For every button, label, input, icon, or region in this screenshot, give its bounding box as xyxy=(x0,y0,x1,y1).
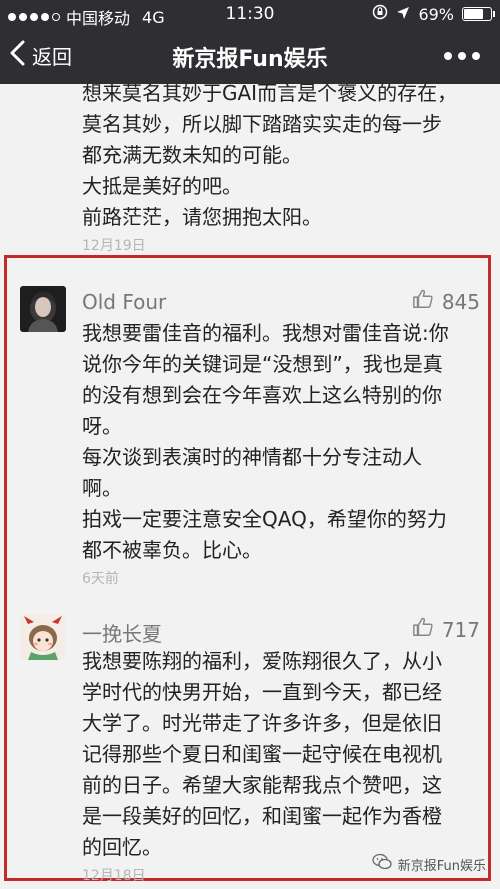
comment-line: 的没有想到会在今年喜欢上这么特别的你 xyxy=(82,383,442,407)
comment-line: 说你今年的关键词是“没想到”，我也是真 xyxy=(82,352,443,376)
page-title: 新京报Fun娱乐 xyxy=(172,47,328,72)
battery-icon xyxy=(462,7,495,21)
comment-line: 想来莫名其妙于GAI而言是个褒义的存在， xyxy=(82,84,458,105)
wechat-icon xyxy=(372,853,392,875)
comment-nickname[interactable]: 一挽长夏 xyxy=(82,618,162,647)
comment-line: 莫名其妙，所以脚下踏踏实实走的每一步 xyxy=(82,112,442,136)
watermark-text: 新京报Fun娱乐 xyxy=(397,858,486,874)
battery-percent: 69% xyxy=(418,4,454,24)
comment-body: 我想要陈翔的福利，爱陈翔很久了，从小 学时代的快男开始，一直到今天，都已经 大学… xyxy=(82,646,477,885)
comment-line: 都不被辜负。比心。 xyxy=(82,538,262,562)
comment-line: 啊。 xyxy=(82,476,122,500)
comment-line: 我想要陈翔的福利，爱陈翔很久了，从小 xyxy=(82,649,442,673)
comment-line: 大抵是美好的吧。 xyxy=(82,174,242,198)
comment-line: 都充满无数未知的可能。 xyxy=(82,143,302,167)
like-button[interactable]: 845 xyxy=(412,288,480,315)
location-icon xyxy=(396,5,410,24)
rotation-lock-icon xyxy=(372,4,388,24)
thumbs-up-icon xyxy=(412,288,434,315)
like-button[interactable]: 717 xyxy=(412,616,480,643)
comment-nickname[interactable]: Old Four xyxy=(82,290,166,314)
comment-line: 每次谈到表演时的神情都十分专注动人 xyxy=(82,445,422,469)
watermark: 新京报Fun娱乐 xyxy=(372,853,486,875)
comment-line: 大学了。时光带走了许多许多，但是依旧 xyxy=(82,711,442,735)
avatar[interactable] xyxy=(20,614,66,660)
more-menu-button[interactable] xyxy=(444,52,480,60)
comment-date: 6天前 xyxy=(82,571,119,587)
comment-line: 学时代的快男开始，一直到今天，都已经 xyxy=(82,680,442,704)
comment-line: 前的日子。希望大家能帮我点个赞吧，这 xyxy=(82,773,442,797)
comment-date: 12月19日 xyxy=(82,238,146,254)
comment-list: 想来莫名其妙于GAI而言是个褒义的存在， 莫名其妙，所以脚下踏踏实实走的每一步 … xyxy=(0,84,500,889)
comment-body: 想来莫名其妙于GAI而言是个褒义的存在， 莫名其妙，所以脚下踏踏实实走的每一步 … xyxy=(82,84,482,233)
avatar[interactable] xyxy=(20,286,66,332)
like-count: 717 xyxy=(441,617,480,642)
comment-line: 前路茫茫，请您拥抱太阳。 xyxy=(82,205,322,229)
like-count: 845 xyxy=(441,289,480,314)
comment-line: 拍戏一定要注意安全QAQ，希望你的努力 xyxy=(82,507,447,531)
comment-line: 是一段美好的回忆，和闺蜜一起作为香橙 xyxy=(82,804,442,828)
status-bar: 中国移动 4G 11:30 69% xyxy=(0,0,500,28)
comment-line: 我想要雷佳音的福利。我想对雷佳音说:你 xyxy=(82,321,449,345)
comment-line: 记得那些个夏日和闺蜜一起守候在电视机 xyxy=(82,742,442,766)
nav-bar: 返回 新京报Fun娱乐 xyxy=(0,28,500,84)
comment-body: 我想要雷佳音的福利。我想对雷佳音说:你 说你今年的关键词是“没想到”，我也是真 … xyxy=(82,318,477,588)
thumbs-up-icon xyxy=(412,616,434,643)
comment-line: 呀。 xyxy=(82,414,122,438)
comment-item: 想来莫名其妙于GAI而言是个褒义的存在， 莫名其妙，所以脚下踏踏实实走的每一步 … xyxy=(82,84,482,255)
